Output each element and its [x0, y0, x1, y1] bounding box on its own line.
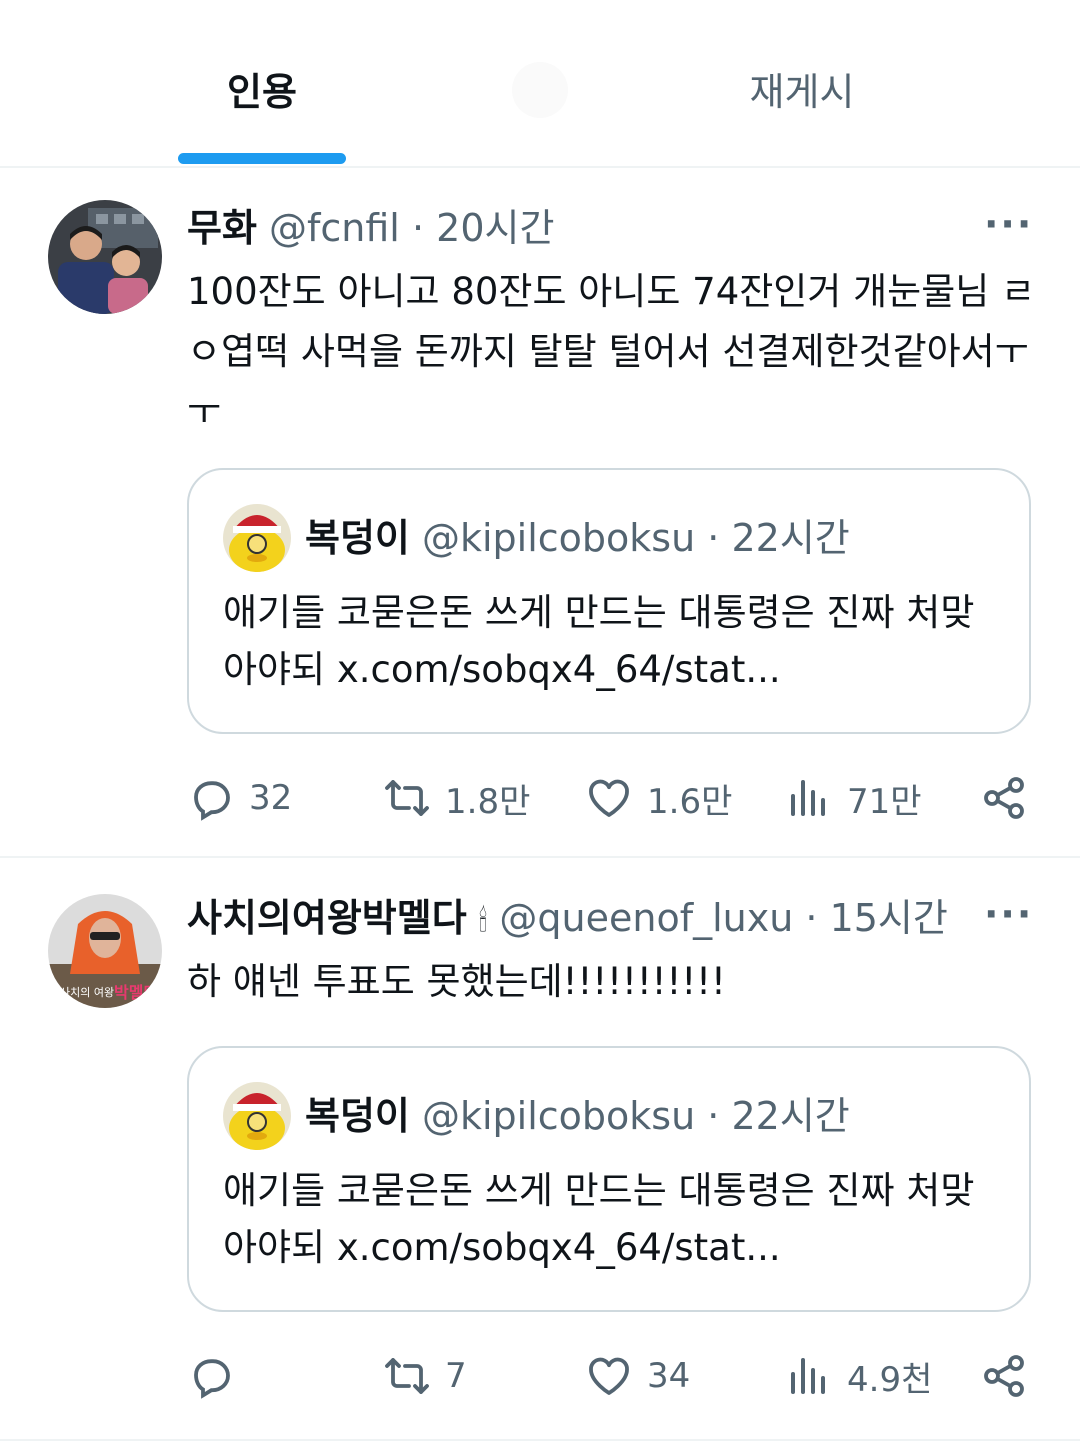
- tab-spacer: [512, 62, 568, 118]
- heart-icon: [589, 1357, 629, 1395]
- share-icon: [984, 777, 1024, 819]
- timestamp[interactable]: 20시간: [436, 206, 554, 250]
- avatar: [223, 1082, 291, 1150]
- share-button[interactable]: [980, 1346, 1028, 1406]
- display-name[interactable]: 사치의여왕박멜다: [187, 896, 467, 940]
- display-name: 복덩이: [305, 1094, 410, 1138]
- display-name[interactable]: 무화: [187, 206, 257, 250]
- timestamp: 22시간: [731, 516, 850, 560]
- repost-count: 7: [445, 1356, 467, 1396]
- user-handle: @kipilcoboksu: [421, 516, 696, 560]
- more-icon[interactable]: ···: [984, 200, 1031, 256]
- avatar[interactable]: [48, 200, 162, 314]
- candle-emoji: 🕯: [478, 904, 488, 939]
- share-icon: [984, 1355, 1024, 1397]
- repost-count: 1.8만: [445, 781, 531, 822]
- repost-button[interactable]: 7: [383, 1346, 467, 1406]
- user-handle: @kipilcoboksu: [421, 1094, 696, 1138]
- tweet-header: 무화 @fcnfil · 20시간: [187, 200, 1020, 256]
- quoted-tweet[interactable]: 복덩이 @kipilcoboksu · 22시간 애기들 코묻은돈 쓰게 만드는…: [187, 1046, 1031, 1312]
- reply-button[interactable]: 32: [187, 768, 292, 828]
- share-button[interactable]: [980, 768, 1028, 828]
- reply-button[interactable]: [187, 1346, 249, 1406]
- like-button[interactable]: 1.6만: [585, 768, 732, 828]
- reply-icon: [194, 781, 230, 821]
- views-button[interactable]: 4.9천: [785, 1346, 932, 1406]
- quote-text: 애기들 코묻은돈 쓰게 만드는 대통령은 진짜 처맞아야되 x.com/sobq…: [223, 1169, 975, 1269]
- action-bar: 32 1.8만 1.6만 71만: [187, 768, 1047, 828]
- views-button[interactable]: 71만: [785, 768, 922, 828]
- like-count: 34: [647, 1356, 691, 1396]
- views-icon: [791, 1358, 825, 1394]
- tab-reposts[interactable]: 재게시: [690, 62, 914, 122]
- separator-dot: ·: [805, 896, 818, 940]
- quote-text: 애기들 코묻은돈 쓰게 만드는 대통령은 진짜 처맞아야되 x.com/sobq…: [223, 591, 975, 691]
- tweet[interactable]: 사치의 여왕 박멜다 사치의여왕박멜다 🕯 @queenof_luxu · 15…: [0, 860, 1080, 1441]
- view-count: 4.9천: [847, 1359, 933, 1400]
- tweet[interactable]: 무화 @fcnfil · 20시간 ··· 100잔도 아니고 80잔도 아니도…: [0, 170, 1080, 858]
- quote-header: 복덩이 @kipilcoboksu · 22시간: [305, 1086, 850, 1146]
- user-handle[interactable]: @queenof_luxu: [499, 896, 793, 940]
- action-bar: 7 34 4.9천: [187, 1346, 1047, 1406]
- active-tab-indicator: [178, 153, 346, 164]
- user-handle[interactable]: @fcnfil: [269, 206, 400, 250]
- tab-quotes[interactable]: 인용: [150, 62, 374, 122]
- quoted-tweet[interactable]: 복덩이 @kipilcoboksu · 22시간 애기들 코묻은돈 쓰게 만드는…: [187, 468, 1031, 734]
- repost-button[interactable]: 1.8만: [383, 768, 530, 828]
- svg-text:박멜다: 박멜다: [114, 983, 158, 1002]
- more-icon[interactable]: ···: [984, 890, 1031, 946]
- separator-dot: ·: [707, 516, 720, 560]
- repost-icon: [385, 780, 429, 816]
- tweet-text: 100잔도 아니고 80잔도 아니도 74잔인거 개눈물님 ㄹㅇ엽떡 사먹을 돈…: [187, 270, 1036, 433]
- separator-dot: ·: [707, 1094, 720, 1138]
- repost-icon: [385, 1358, 429, 1394]
- avatar[interactable]: 사치의 여왕 박멜다: [48, 894, 162, 1008]
- quote-header: 복덩이 @kipilcoboksu · 22시간: [305, 508, 850, 568]
- like-count: 1.6만: [647, 781, 733, 822]
- view-count: 71만: [847, 781, 922, 822]
- avatar: [223, 504, 291, 572]
- svg-text:사치의 여왕: 사치의 여왕: [60, 986, 114, 999]
- like-button[interactable]: 34: [585, 1346, 690, 1406]
- timestamp: 22시간: [731, 1094, 850, 1138]
- reply-count: 32: [249, 778, 293, 818]
- heart-icon: [589, 779, 629, 817]
- timestamp[interactable]: 15시간: [830, 896, 948, 940]
- display-name: 복덩이: [305, 516, 410, 560]
- tweet-header: 사치의여왕박멜다 🕯 @queenof_luxu · 15시간: [187, 890, 1020, 946]
- reply-icon: [194, 1359, 230, 1399]
- tweet-text: 하 얘넨 투표도 못했는데!!!!!!!!!!!: [187, 960, 726, 1003]
- separator-dot: ·: [411, 206, 425, 250]
- tab-bar: 인용 재게시: [0, 0, 1080, 168]
- views-icon: [791, 780, 825, 816]
